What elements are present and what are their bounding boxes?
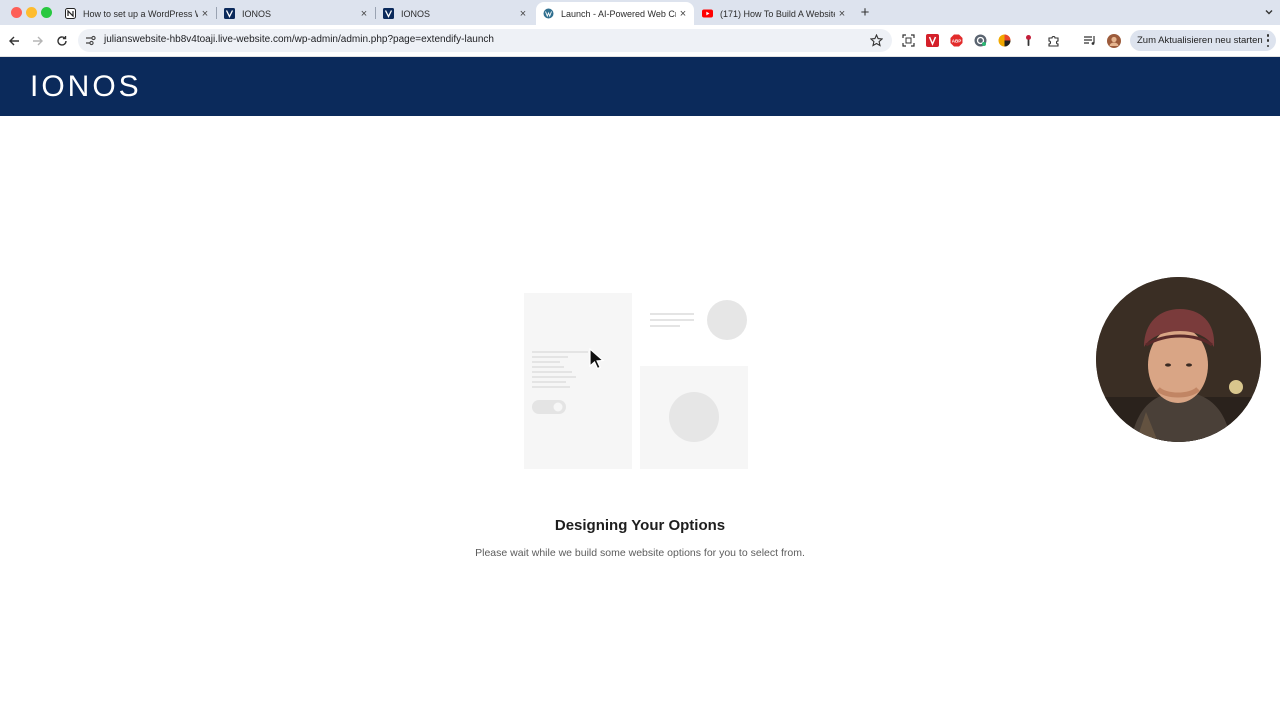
tab-title: (171) How To Build A Website <box>720 8 835 19</box>
url-text: julianswebsite-hb8v4toaji.live-website.c… <box>104 34 494 45</box>
color-wheel-extension-icon[interactable] <box>997 33 1012 48</box>
browser-tab-3[interactable]: IONOS × <box>376 2 534 25</box>
placeholder-circle-bottom <box>669 392 719 442</box>
browser-tab-5[interactable]: (171) How To Build A Website × <box>695 2 853 25</box>
ionos-icon <box>224 8 235 19</box>
page-subtitle: Please wait while we build some website … <box>475 547 805 559</box>
ionos-logo[interactable]: IONOS <box>30 70 142 104</box>
extensions-puzzle-icon[interactable] <box>1046 33 1061 48</box>
page-title: Designing Your Options <box>554 517 726 534</box>
close-window-button[interactable] <box>11 7 22 18</box>
tab-close-icon[interactable]: × <box>835 7 849 21</box>
notion-icon <box>65 8 76 19</box>
youtube-icon <box>702 8 713 19</box>
placeholder-circle-top <box>707 300 747 340</box>
browser-tab-4-active[interactable]: Launch - AI-Powered Web Cr × <box>536 2 694 25</box>
tab-title: IONOS <box>242 8 272 19</box>
back-arrow-icon[interactable] <box>6 33 22 49</box>
tab-close-icon[interactable]: × <box>516 7 530 21</box>
profile-avatar[interactable] <box>1106 33 1121 48</box>
tab-title: Launch - AI-Powered Web Cr <box>561 8 676 19</box>
minimize-window-button[interactable] <box>26 7 37 18</box>
ionos-icon <box>383 8 394 19</box>
browser-tab-2[interactable]: IONOS × <box>217 2 375 25</box>
restart-to-update-button[interactable]: Zum Aktualisieren neu starten <box>1130 30 1276 51</box>
tab-title: IONOS <box>401 8 431 19</box>
eyedropper-extension-icon[interactable] <box>1021 33 1036 48</box>
forward-arrow-icon[interactable] <box>30 33 46 49</box>
browser-toolbar: julianswebsite-hb8v4toaji.live-website.c… <box>0 25 1280 57</box>
fullscreen-window-button[interactable] <box>41 7 52 18</box>
website-preview-placeholder-illustration <box>524 293 748 469</box>
presenter-face-image <box>1096 277 1261 442</box>
media-controls-icon[interactable] <box>1082 33 1097 48</box>
adblock-icon[interactable]: ABP <box>949 33 964 48</box>
restart-to-update-label: Zum Aktualisieren neu starten <box>1137 35 1263 46</box>
bookmark-star-icon[interactable] <box>868 32 884 48</box>
browser-tab-1[interactable]: How to set up a WordPress W × <box>58 2 216 25</box>
tab-close-icon[interactable]: × <box>198 7 212 21</box>
svg-text:ABP: ABP <box>952 39 962 44</box>
tab-title: How to set up a WordPress W <box>83 8 198 19</box>
presenter-webcam-overlay <box>1096 277 1261 442</box>
new-tab-button[interactable]: + <box>857 4 873 21</box>
tab-close-icon[interactable]: × <box>676 7 690 21</box>
mouse-cursor-icon <box>589 348 605 370</box>
site-settings-icon[interactable] <box>84 34 97 47</box>
more-menu-icon <box>1266 34 1270 47</box>
placeholder-header-lines <box>650 313 694 327</box>
grammar-extension-icon[interactable] <box>973 33 988 48</box>
vivaldi-extension-icon[interactable] <box>925 33 940 48</box>
reload-icon[interactable] <box>54 33 70 49</box>
screen-capture-icon[interactable] <box>901 33 916 48</box>
tab-close-icon[interactable]: × <box>357 7 371 21</box>
address-bar[interactable]: julianswebsite-hb8v4toaji.live-website.c… <box>78 29 892 52</box>
ionos-header-bar: IONOS <box>0 57 1280 116</box>
wordpress-icon <box>543 8 554 19</box>
browser-tab-strip: How to set up a WordPress W × IONOS × IO… <box>0 0 1280 25</box>
tab-search-chevron-icon[interactable] <box>1262 5 1276 19</box>
